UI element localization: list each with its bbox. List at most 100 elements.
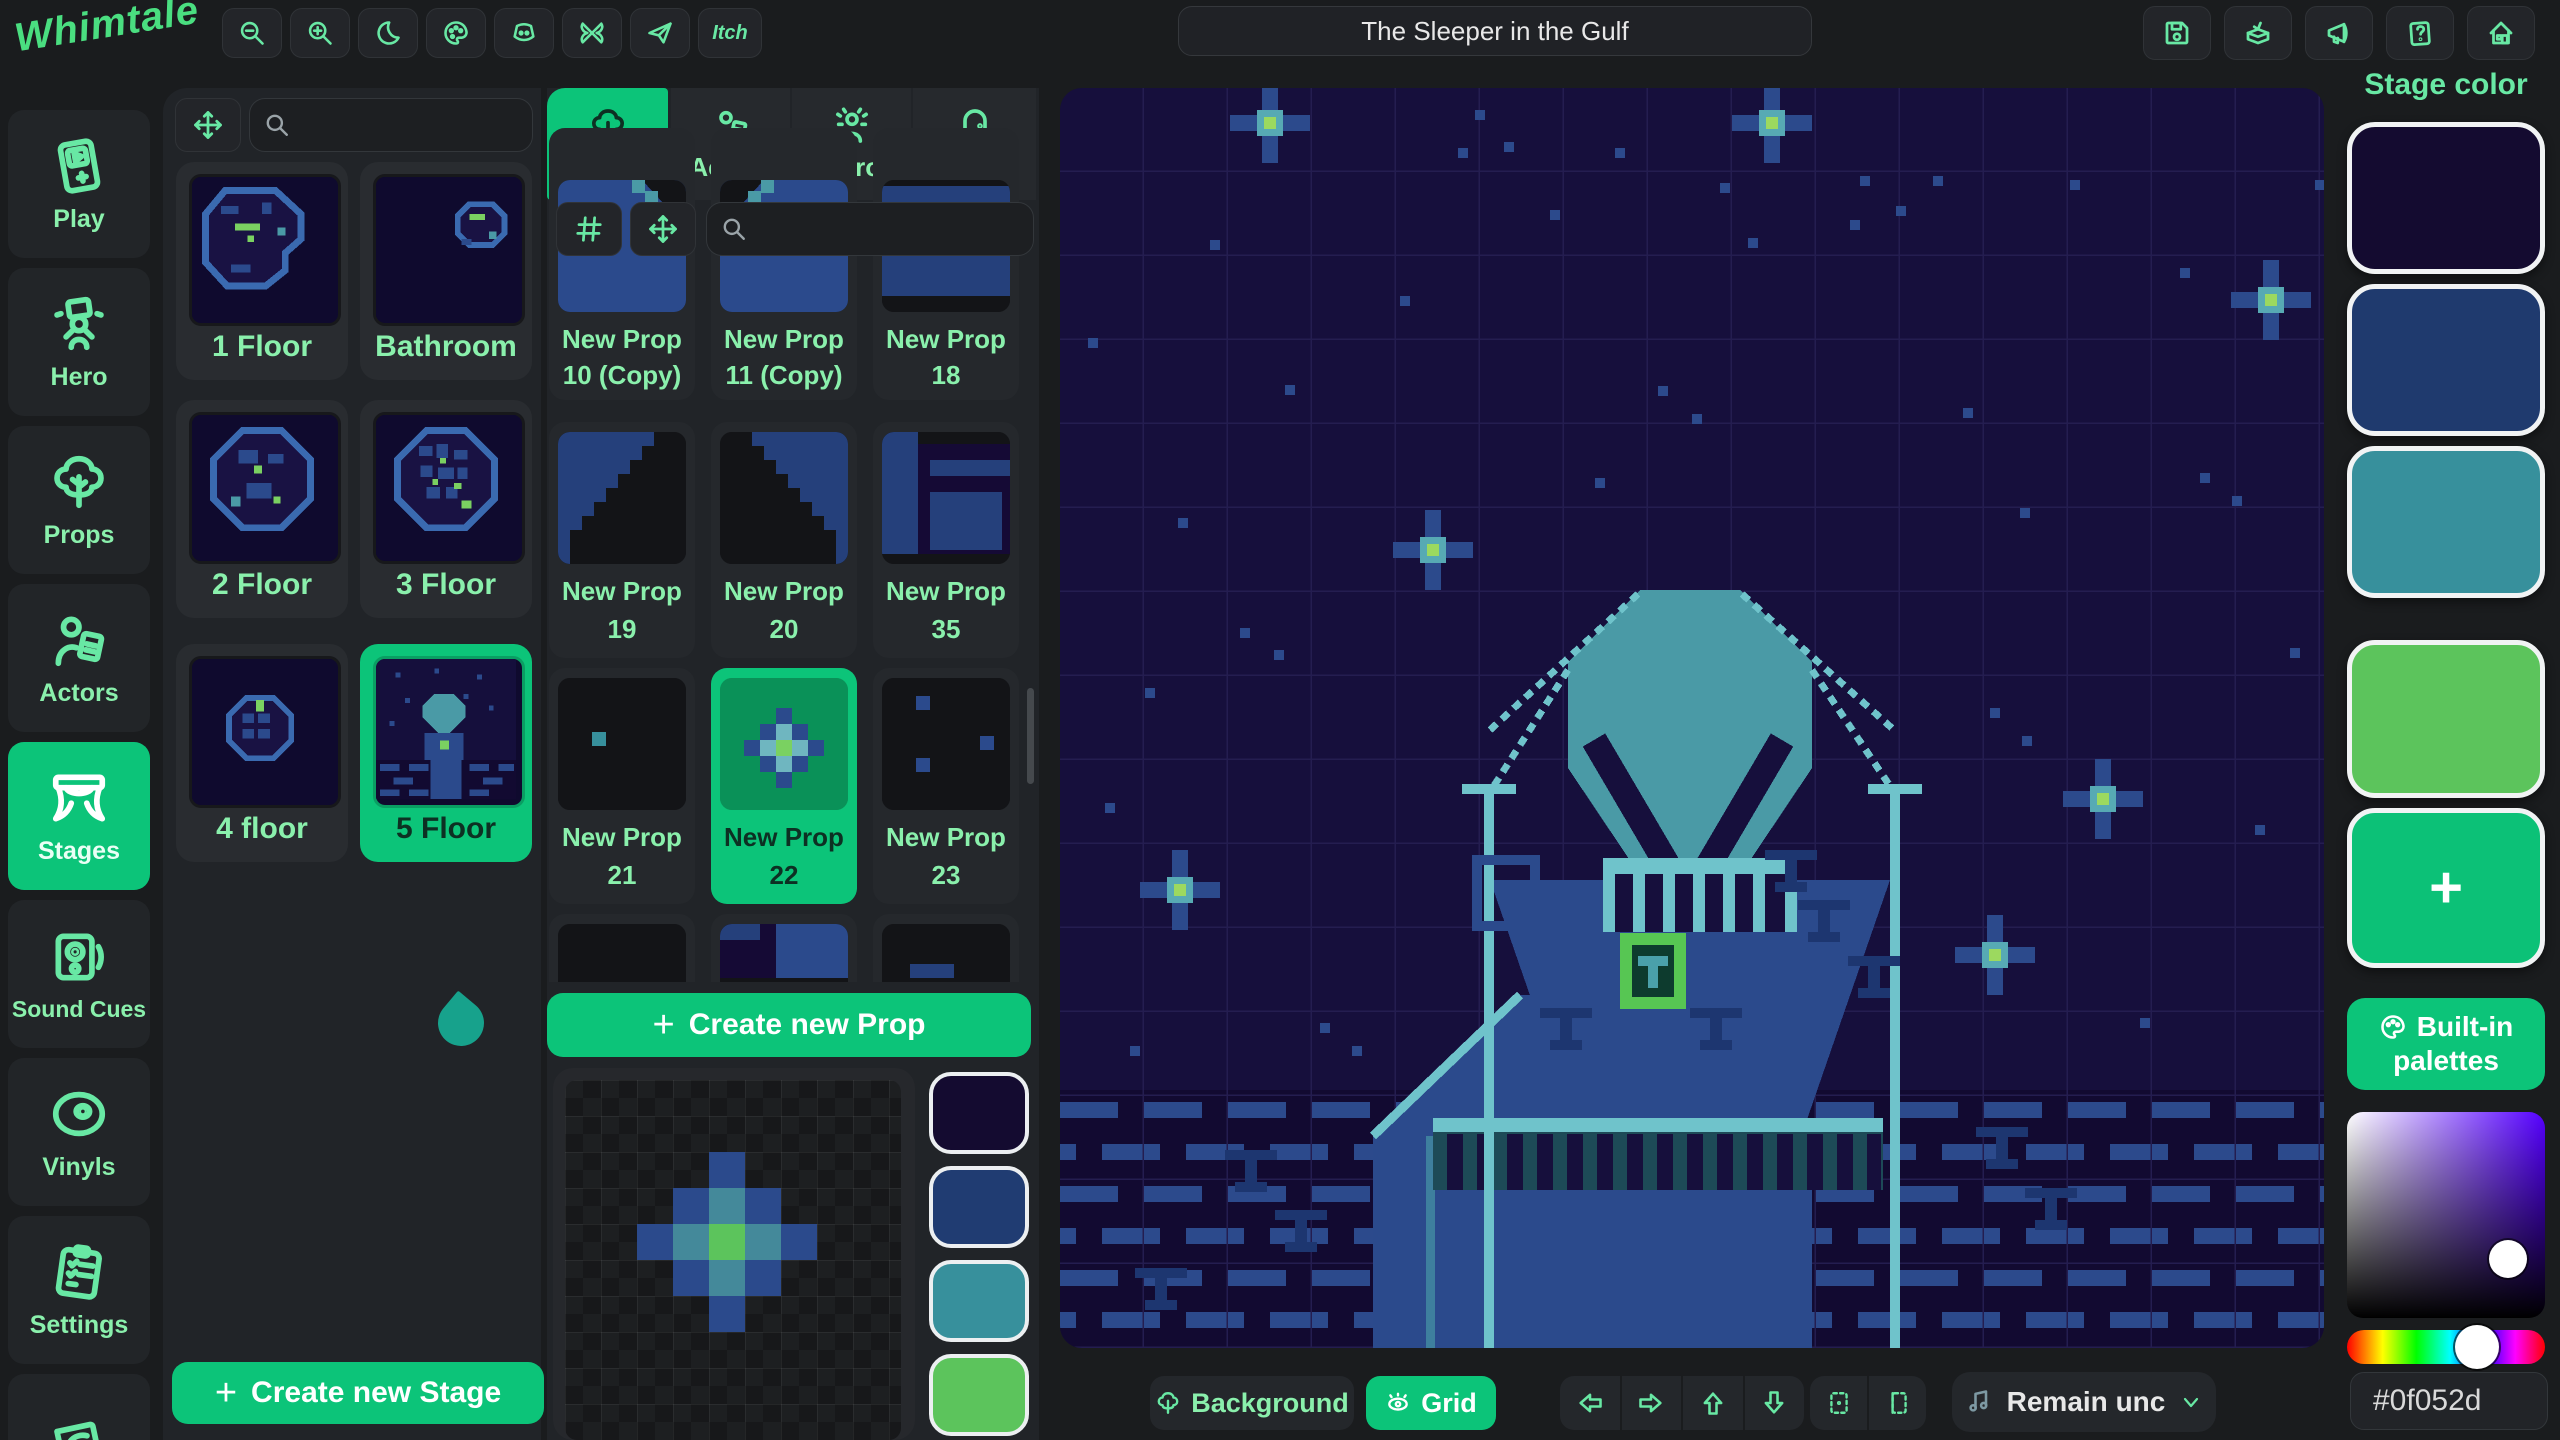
zoom-out-button[interactable] — [222, 8, 282, 58]
stage-canvas[interactable] — [1060, 88, 2324, 1348]
project-title-input[interactable] — [1178, 6, 1812, 56]
help-button[interactable] — [2386, 6, 2454, 60]
stage-card-bathroom[interactable]: Bathroom — [360, 162, 532, 380]
hue-slider[interactable] — [2347, 1330, 2545, 1364]
arrow-up-icon — [1699, 1389, 1727, 1417]
pixel-editor-canvas[interactable] — [565, 1080, 901, 1440]
props-scrollbar[interactable] — [1027, 688, 1034, 784]
prop-thumbnail — [882, 678, 1010, 810]
stage-card-1-floor[interactable]: 1 Floor — [176, 162, 348, 380]
sidebar-item-props[interactable]: Props — [8, 426, 150, 574]
discord-button[interactable] — [494, 8, 554, 58]
nudge-left-button[interactable] — [1560, 1376, 1622, 1430]
sidebar-item-sound-cues[interactable]: Sound Cues — [8, 900, 150, 1048]
share-button[interactable] — [630, 8, 690, 58]
import-button[interactable] — [2224, 6, 2292, 60]
sidebar-item-play[interactable]: Play — [8, 110, 150, 258]
prop-card-23[interactable]: New Prop 23 — [873, 668, 1019, 904]
sidebar-item-actors[interactable]: Actors — [8, 584, 150, 732]
prop-card-22-selected[interactable]: New Prop 22 — [711, 668, 857, 904]
nudge-right-button[interactable] — [1622, 1376, 1684, 1430]
props-grid-toggle-button[interactable] — [556, 202, 622, 256]
palette-button[interactable] — [426, 8, 486, 58]
sidebar-item-vinyls[interactable]: Vinyls — [8, 1058, 150, 1206]
announcements-button[interactable] — [2305, 6, 2373, 60]
builtin-palettes-button[interactable]: Built-in palettes — [2347, 998, 2545, 1090]
prop-card-row4-c[interactable] — [873, 914, 1019, 982]
stage-thumbnail — [189, 656, 341, 808]
stages-search-box[interactable] — [249, 98, 533, 152]
selection-paste-button[interactable] — [1869, 1376, 1926, 1430]
butterfly-button[interactable] — [562, 8, 622, 58]
stage-card-5-floor[interactable]: 5 Floor — [360, 644, 532, 862]
itch-button[interactable]: Itch — [698, 8, 762, 58]
home-button[interactable] — [2467, 6, 2535, 60]
prop-card-11-copy[interactable]: New Prop 11 (Copy) — [711, 128, 857, 400]
stage-card-2-floor[interactable]: 2 Floor — [176, 400, 348, 618]
sidebar-item-settings[interactable]: Settings — [8, 1216, 150, 1364]
sidebar-item-stages[interactable]: Stages — [8, 742, 150, 890]
stage-color-swatch-4[interactable] — [2347, 640, 2545, 798]
stage-thumbnail — [189, 412, 341, 564]
prop-name-line2: 10 (Copy) — [549, 360, 695, 391]
prop-card-18[interactable]: New Prop 18 — [873, 128, 1019, 400]
stages-search-input[interactable] — [300, 110, 504, 140]
prop-card-row4-b[interactable] — [711, 914, 857, 982]
create-stage-button[interactable]: + Create new Stage — [172, 1362, 544, 1424]
music-note-icon — [1965, 1388, 1993, 1416]
stage-card-4-floor[interactable]: 4 floor — [176, 644, 348, 862]
props-move-tool-button[interactable] — [630, 202, 696, 256]
sidebar-item-label: Hero — [51, 363, 108, 392]
stage-color-swatch-1[interactable] — [2347, 122, 2545, 274]
play-console-icon — [43, 130, 115, 202]
music-select[interactable]: Remain unc — [1952, 1372, 2216, 1432]
stage-color-swatch-2[interactable] — [2347, 284, 2545, 436]
save-button[interactable] — [2143, 6, 2211, 60]
create-prop-label: Create new Prop — [689, 1008, 926, 1042]
selection-button[interactable] — [1810, 1376, 1869, 1430]
stage-color-swatch-3[interactable] — [2347, 446, 2545, 598]
color-picker-area[interactable] — [2347, 1112, 2545, 1318]
color-picker-cursor[interactable] — [2489, 1240, 2527, 1278]
prop-card-19[interactable]: New Prop 19 — [549, 422, 695, 658]
zoom-out-icon — [238, 19, 266, 47]
editor-palette-swatch-4[interactable] — [929, 1354, 1029, 1436]
prop-name-line2: 18 — [873, 360, 1019, 391]
add-stage-color-button[interactable]: + — [2347, 808, 2545, 968]
sidebar-item-label: Play — [53, 205, 104, 234]
stage-thumbnail — [373, 656, 525, 808]
stages-move-tool-button[interactable] — [175, 98, 241, 152]
grid-toggle-button[interactable]: Grid — [1366, 1376, 1496, 1430]
background-toggle-button[interactable]: Background — [1150, 1376, 1354, 1430]
box-arrow-icon — [2243, 18, 2273, 48]
itch-label: Itch — [712, 22, 748, 45]
prop-name-line2: 20 — [711, 614, 857, 645]
dark-mode-button[interactable] — [358, 8, 418, 58]
editor-palette-swatch-2[interactable] — [929, 1166, 1029, 1248]
sidebar-item-hero[interactable]: Hero — [8, 268, 150, 416]
nudge-up-button[interactable] — [1683, 1376, 1745, 1430]
props-search-box[interactable] — [706, 202, 1034, 256]
prop-card-20[interactable]: New Prop 20 — [711, 422, 857, 658]
hex-color-input[interactable]: #0f052d — [2350, 1372, 2548, 1430]
prop-card-10-copy[interactable]: New Prop 10 (Copy) — [549, 128, 695, 400]
props-search-input[interactable] — [757, 214, 1001, 244]
hero-icon — [48, 293, 110, 355]
prop-name-line1: New Prop — [549, 576, 695, 607]
prop-card-row4-a[interactable] — [549, 914, 695, 982]
editor-palette-swatch-1[interactable] — [929, 1072, 1029, 1154]
stage-card-3-floor[interactable]: 3 Floor — [360, 400, 532, 618]
nudge-down-button[interactable] — [1745, 1376, 1805, 1430]
create-prop-button[interactable]: + Create new Prop — [547, 993, 1031, 1057]
stage-curtain-icon — [48, 767, 110, 829]
prop-name-line1: New Prop — [873, 324, 1019, 355]
hue-slider-cursor[interactable] — [2455, 1325, 2499, 1369]
sidebar-item-whimsy-book[interactable] — [8, 1374, 150, 1440]
app-logo[interactable]: Whimtale — [12, 0, 203, 61]
move-icon — [648, 214, 678, 244]
prop-card-35[interactable]: New Prop 35 — [873, 422, 1019, 658]
tree-icon — [1155, 1390, 1181, 1416]
zoom-in-button[interactable] — [290, 8, 350, 58]
editor-palette-swatch-3[interactable] — [929, 1260, 1029, 1342]
prop-card-21[interactable]: New Prop 21 — [549, 668, 695, 904]
